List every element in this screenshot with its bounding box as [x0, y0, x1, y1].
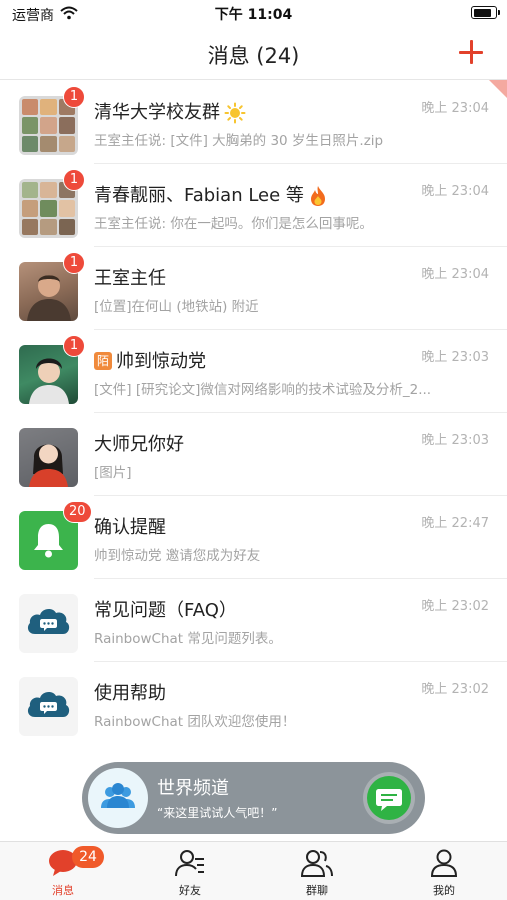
- conversation-row[interactable]: 1 陌帅到惊动党 晚上 23:03 [文件] [研究论文]微信对网络影响的技术试…: [0, 330, 507, 413]
- conversation-name: 清华大学校友群: [94, 98, 246, 124]
- conversation-name: 常见问题（FAQ）: [94, 600, 237, 621]
- conversation-preview: 王室主任说: [文件] 大胸弟的 30 岁生日照片.zip: [94, 133, 384, 149]
- nav-bar: 消息 (24): [0, 28, 507, 80]
- conversation-preview: [图片]: [94, 465, 132, 481]
- conversation-preview: RainbowChat 常见问题列表。: [94, 631, 282, 647]
- conversation-time: 晚上 23:04: [421, 267, 489, 282]
- conversation-row[interactable]: 20 确认提醒 晚上 22:47 帅到惊动党 邀请您成为好友: [0, 496, 507, 579]
- unread-badge: 1: [63, 335, 85, 357]
- group-icon: [301, 850, 333, 877]
- fire-icon: [310, 186, 325, 206]
- channel-subtitle: “来这里试试人气吧！”: [157, 806, 278, 820]
- channel-title: 世界频道: [157, 778, 229, 799]
- stranger-tag: 陌: [94, 352, 112, 370]
- cloud-chat-icon: [27, 692, 70, 717]
- conversation-row[interactable]: 大师兄你好 晚上 23:03 [图片]: [0, 413, 507, 496]
- conversation-row[interactable]: 1 青春靓丽、Fabian Lee 等 晚上 23:04 王室主任说: 你在一起…: [0, 164, 507, 247]
- conversation-row[interactable]: 使用帮助 晚上 23:02 RainbowChat 团队欢迎您使用！: [0, 662, 507, 745]
- cloud-chat-icon: [27, 609, 70, 634]
- tab-profile[interactable]: 我的: [381, 842, 507, 900]
- cloud-avatar: [19, 594, 78, 653]
- conversation-name: 使用帮助: [94, 683, 166, 704]
- profile-icon: [430, 849, 458, 877]
- page-title: 消息 (24): [207, 44, 300, 68]
- conversation-name: 确认提醒: [94, 517, 166, 538]
- conversation-row[interactable]: 1 王室主任 晚上 23:04 [位置]在何山 (地铁站) 附近: [0, 247, 507, 330]
- conversation-preview: 王室主任说: 你在一起吗。你们是怎么回事呢。: [94, 216, 373, 232]
- conversation-preview: [文件] [研究论文]微信对网络影响的技术试验及分析_2...: [94, 382, 432, 398]
- tab-badge: 24: [72, 846, 104, 868]
- conversation-name: 陌帅到惊动党: [94, 347, 206, 373]
- chat-bubble-icon[interactable]: [367, 776, 411, 820]
- tab-groups[interactable]: 群聊: [254, 842, 380, 900]
- conversation-list: 1 清华大学校友群 晚上 23:04 王室主任说: [文件] 大胸弟的 30 岁…: [0, 81, 507, 745]
- cloud-avatar: [19, 677, 78, 736]
- conversation-row[interactable]: 常见问题（FAQ） 晚上 23:02 RainbowChat 常见问题列表。: [0, 579, 507, 662]
- conversation-preview: RainbowChat 团队欢迎您使用！: [94, 714, 296, 730]
- unread-badge: 1: [63, 86, 85, 108]
- conversation-name: 王室主任: [94, 268, 166, 289]
- clock: 下午 11:04: [214, 7, 293, 23]
- conversation-name: 青春靓丽、Fabian Lee 等: [94, 181, 328, 207]
- users-icon: [88, 768, 148, 828]
- conversation-preview: 帅到惊动党 邀请您成为好友: [94, 548, 261, 564]
- conversation-time: 晚上 23:04: [421, 184, 489, 199]
- sun-icon: [224, 102, 246, 124]
- avatar: [19, 428, 78, 487]
- unread-badge: 1: [63, 169, 85, 191]
- conversation-time: 晚上 23:02: [421, 682, 489, 697]
- conversation-time: 晚上 23:03: [421, 350, 489, 365]
- friends-icon: [175, 850, 204, 877]
- battery-icon: [471, 6, 500, 19]
- world-channel-banner[interactable]: 世界频道 “来这里试试人气吧！”: [82, 762, 425, 834]
- tab-label: 我的: [433, 884, 455, 897]
- conversation-preview: [位置]在何山 (地铁站) 附近: [94, 299, 259, 315]
- conversation-time: 晚上 23:04: [421, 101, 489, 116]
- tab-bar: 24 消息 好友 群聊 我的: [0, 841, 507, 900]
- tab-friends[interactable]: 好友: [127, 842, 253, 900]
- conversation-time: 晚上 22:47: [421, 516, 489, 531]
- tab-label: 群聊: [306, 884, 328, 897]
- tab-messages[interactable]: 24 消息: [0, 842, 126, 900]
- unread-badge: 1: [63, 252, 85, 274]
- conversation-time: 晚上 23:02: [421, 599, 489, 614]
- conversation-name: 大师兄你好: [94, 434, 184, 455]
- status-bar: 运营商 下午 11:04: [0, 0, 507, 28]
- plus-icon[interactable]: [457, 38, 485, 66]
- unread-badge: 20: [63, 501, 92, 523]
- conversation-time: 晚上 23:03: [421, 433, 489, 448]
- tab-label: 消息: [52, 884, 74, 897]
- tab-label: 好友: [179, 884, 201, 897]
- conversation-row[interactable]: 1 清华大学校友群 晚上 23:04 王室主任说: [文件] 大胸弟的 30 岁…: [0, 81, 507, 164]
